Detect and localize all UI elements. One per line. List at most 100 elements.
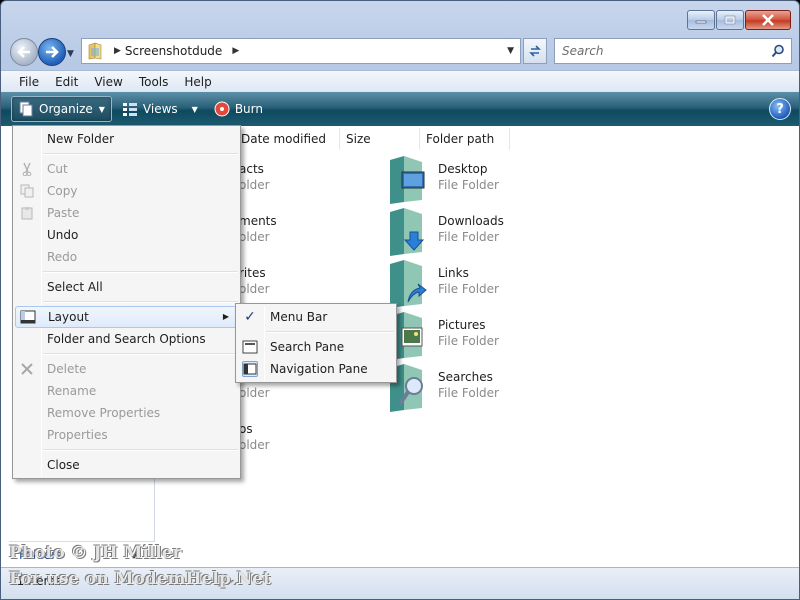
file-type: older bbox=[239, 230, 270, 244]
scissors-icon bbox=[19, 161, 35, 177]
menu-item-label: Properties bbox=[47, 428, 108, 442]
list-item-pictures[interactable]: Pictures File Folder bbox=[388, 312, 548, 362]
forward-button[interactable] bbox=[38, 38, 66, 66]
menu-help[interactable]: Help bbox=[176, 75, 219, 89]
close-button[interactable] bbox=[745, 10, 791, 30]
checkmark-icon: ✓ bbox=[244, 309, 256, 325]
file-name: Downloads bbox=[438, 214, 504, 228]
command-bar: Organize ▼ Views ▼ Burn ? bbox=[1, 92, 799, 126]
search-pane-icon bbox=[242, 339, 258, 355]
menu-item-rename[interactable]: Rename bbox=[13, 380, 240, 402]
menu-item-navigation-pane[interactable]: Navigation Pane bbox=[236, 358, 396, 380]
menu-item-new-folder[interactable]: New Folder bbox=[13, 128, 240, 150]
file-type: File Folder bbox=[438, 178, 499, 192]
menu-item-menu-bar[interactable]: ✓ Menu Bar bbox=[236, 306, 396, 328]
burn-disc-icon bbox=[214, 101, 230, 117]
menu-item-paste[interactable]: Paste bbox=[13, 202, 240, 224]
search-input[interactable] bbox=[560, 43, 765, 59]
file-name: Pictures bbox=[438, 318, 486, 332]
search-icon[interactable] bbox=[771, 44, 785, 58]
menu-item-remove-properties[interactable]: Remove Properties bbox=[13, 402, 240, 424]
menu-item-layout[interactable]: Layout ▶ bbox=[15, 306, 238, 328]
file-name: Links bbox=[438, 266, 469, 280]
menu-view[interactable]: View bbox=[86, 75, 130, 89]
list-item-downloads[interactable]: Downloads File Folder bbox=[388, 208, 548, 258]
refresh-icon bbox=[529, 45, 541, 57]
menu-edit[interactable]: Edit bbox=[47, 75, 86, 89]
column-header-folder-path[interactable]: Folder path bbox=[420, 128, 510, 150]
menu-file[interactable]: File bbox=[11, 75, 47, 89]
breadcrumb-current[interactable]: Screenshotdude bbox=[125, 44, 222, 58]
file-type: File Folder bbox=[438, 230, 499, 244]
menu-item-folder-search-options[interactable]: Folder and Search Options bbox=[13, 328, 240, 350]
menu-item-close[interactable]: Close bbox=[13, 454, 240, 476]
help-button[interactable]: ? bbox=[769, 98, 791, 120]
menu-item-search-pane[interactable]: Search Pane bbox=[236, 336, 396, 358]
menu-item-label: Navigation Pane bbox=[270, 362, 368, 376]
file-name: Desktop bbox=[438, 162, 488, 176]
organize-icon bbox=[19, 101, 33, 117]
column-header-date-modified[interactable]: Date modified bbox=[235, 128, 340, 150]
folders-label: Folders bbox=[19, 547, 63, 562]
desktop-folder-icon bbox=[390, 156, 425, 204]
organize-button[interactable]: Organize ▼ bbox=[11, 96, 112, 122]
caption-buttons bbox=[687, 10, 791, 30]
menu-item-label: Remove Properties bbox=[47, 406, 161, 420]
layout-submenu: ✓ Menu Bar Search Pane Navigation Pane bbox=[235, 303, 397, 383]
list-item-searches[interactable]: Searches File Folder bbox=[388, 364, 548, 414]
menu-item-label: Redo bbox=[47, 250, 78, 264]
downloads-folder-icon bbox=[390, 208, 425, 256]
menu-item-label: Menu Bar bbox=[270, 310, 328, 324]
file-name: acts bbox=[239, 162, 264, 176]
menu-item-label: Rename bbox=[47, 384, 97, 398]
explorer-window: ▼ ▶ Screenshotdude ▶ ▼ File Edit View To… bbox=[0, 0, 800, 600]
navigation-pane-icon bbox=[242, 361, 258, 377]
forward-arrow-icon bbox=[46, 46, 59, 58]
status-bar: 11 items bbox=[1, 567, 799, 599]
file-name: Searches bbox=[438, 370, 493, 384]
menu-item-cut[interactable]: Cut bbox=[13, 158, 240, 180]
search-box[interactable] bbox=[554, 38, 792, 64]
menu-separator bbox=[236, 328, 396, 336]
menu-item-delete[interactable]: Delete bbox=[13, 358, 240, 380]
refresh-button[interactable] bbox=[523, 38, 547, 64]
recent-pages-dropdown-icon[interactable]: ▼ bbox=[67, 49, 74, 59]
file-type: older bbox=[239, 386, 270, 400]
list-item-links[interactable]: Links File Folder bbox=[388, 260, 548, 310]
menu-item-undo[interactable]: Undo bbox=[13, 224, 240, 246]
back-button[interactable] bbox=[10, 38, 38, 66]
menu-item-select-all[interactable]: Select All bbox=[13, 276, 240, 298]
menu-item-redo[interactable]: Redo bbox=[13, 246, 240, 268]
menu-item-copy[interactable]: Copy bbox=[13, 180, 240, 202]
menu-item-label: Select All bbox=[47, 280, 103, 294]
breadcrumb-arrow-icon[interactable]: ▶ bbox=[114, 46, 121, 56]
breadcrumb-arrow-icon[interactable]: ▶ bbox=[232, 46, 239, 56]
address-dropdown-icon[interactable]: ▼ bbox=[507, 46, 514, 56]
menu-item-label: Folder and Search Options bbox=[47, 332, 206, 346]
burn-button[interactable]: Burn bbox=[208, 96, 269, 122]
menu-item-label: Delete bbox=[47, 362, 87, 376]
views-icon bbox=[122, 103, 137, 116]
layout-icon bbox=[20, 309, 36, 325]
minimize-button[interactable] bbox=[687, 10, 715, 30]
menu-item-label: Cut bbox=[47, 162, 68, 176]
column-header-size[interactable]: Size bbox=[340, 128, 420, 150]
delete-x-icon bbox=[19, 361, 35, 377]
menu-tools[interactable]: Tools bbox=[131, 75, 177, 89]
copy-icon bbox=[19, 183, 35, 199]
organize-label: Organize bbox=[39, 102, 93, 116]
views-button[interactable]: Views ▼ bbox=[116, 96, 204, 122]
maximize-button[interactable] bbox=[716, 10, 744, 30]
menu-item-properties[interactable]: Properties bbox=[13, 424, 240, 446]
file-name: os bbox=[239, 422, 253, 436]
maximize-icon bbox=[724, 15, 736, 25]
chevron-up-icon: ▲ bbox=[132, 549, 141, 560]
folders-toggle[interactable]: Folders ▲ bbox=[9, 541, 155, 567]
file-type: File Folder bbox=[438, 386, 499, 400]
menu-separator bbox=[13, 268, 240, 276]
list-item-desktop[interactable]: Desktop File Folder bbox=[388, 156, 548, 206]
file-type: older bbox=[239, 282, 270, 296]
folder-icon bbox=[88, 42, 102, 60]
file-name: rites bbox=[239, 266, 266, 280]
address-bar[interactable]: ▶ Screenshotdude ▶ ▼ bbox=[81, 38, 521, 64]
